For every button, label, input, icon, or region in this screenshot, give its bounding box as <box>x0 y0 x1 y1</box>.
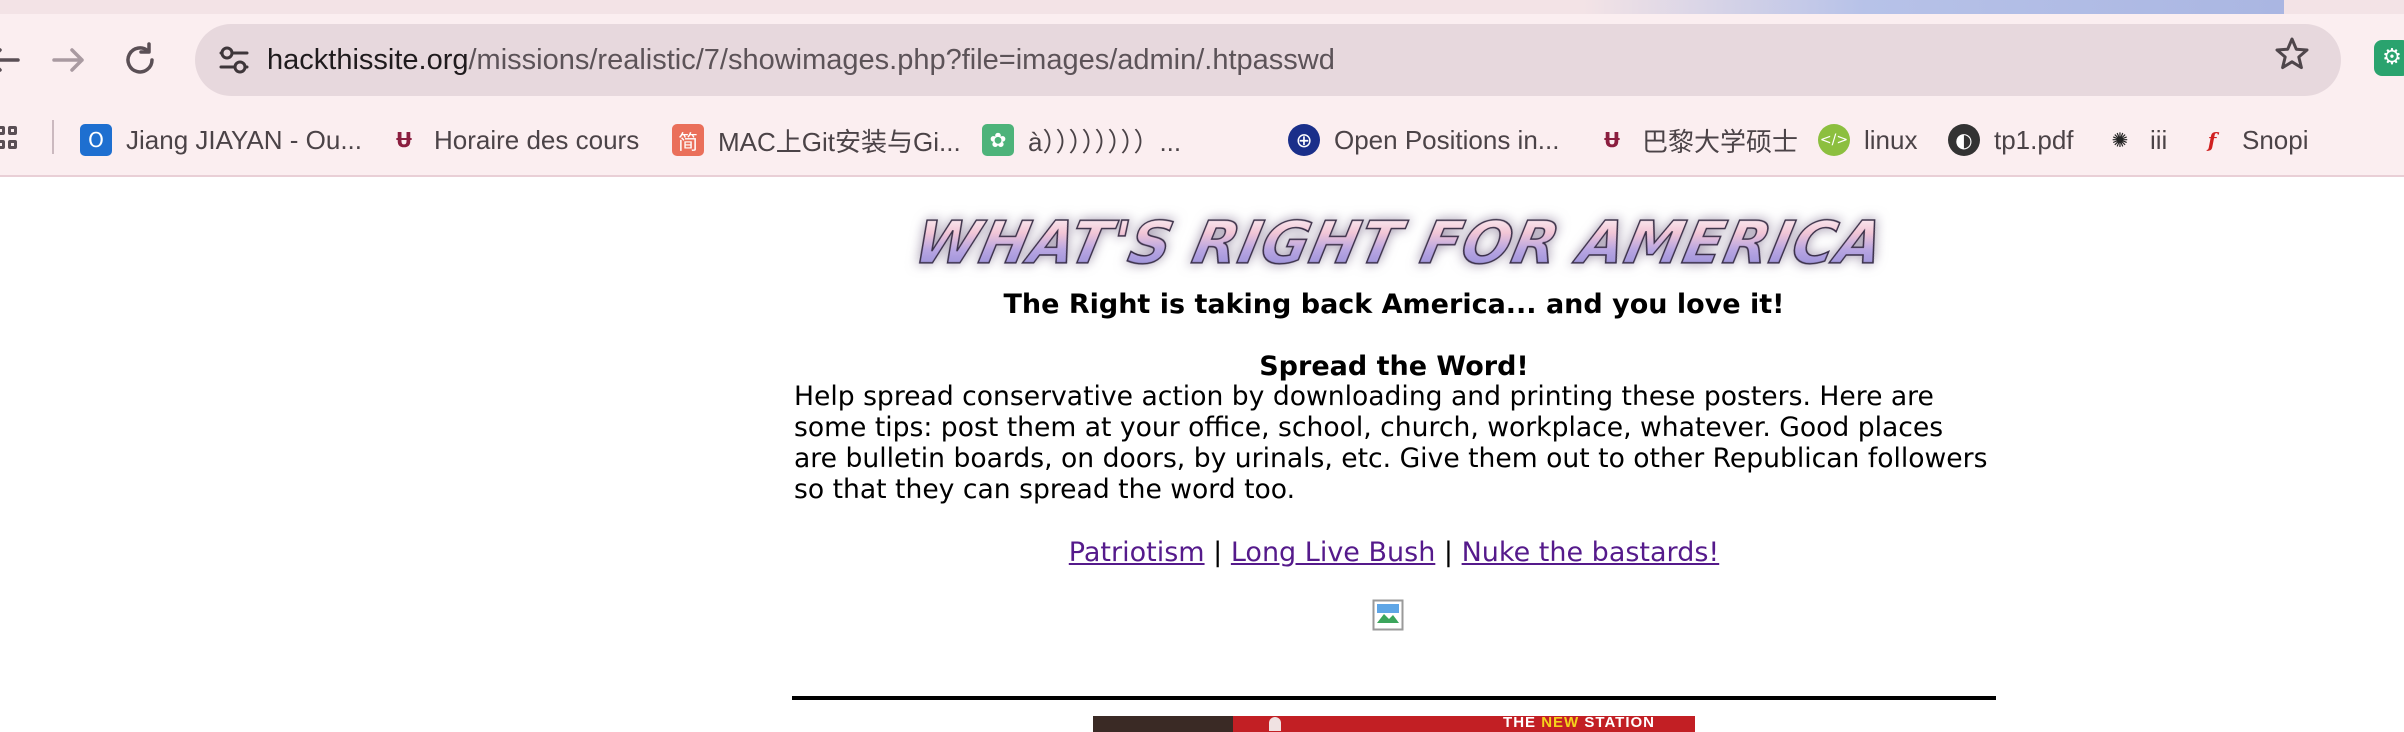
poster-caption: THE NEW STATION <box>1503 716 1655 731</box>
f-script-icon: f <box>2196 124 2228 156</box>
reload-button[interactable] <box>110 30 170 90</box>
bookmark-linux[interactable]: </> linux <box>1818 120 1917 160</box>
tab-strip <box>0 0 2404 14</box>
globe-icon: ◐ <box>1948 124 1980 156</box>
bookmark-mac-git[interactable]: 简 MAC上Git安装与Gi... <box>672 120 961 160</box>
outlook-icon: O <box>80 124 112 156</box>
bookmark-label: Jiang JIAYAN - Ou... <box>126 124 363 155</box>
link-patriotism[interactable]: Patriotism <box>1069 537 1205 568</box>
arrow-left-icon <box>0 48 20 72</box>
bookmark-label: iii <box>2150 124 2168 155</box>
bookmark-paris-master[interactable]: Ʉ 巴黎大学硕士 <box>1596 120 1798 160</box>
poster-photo-region <box>1093 716 1233 732</box>
bookmark-iii[interactable]: ✺ iii <box>2104 120 2167 160</box>
body-paragraph: Help spread conservative action by downl… <box>794 381 1988 505</box>
bookmark-open-positions[interactable]: ⊕ Open Positions in... <box>1288 120 1559 160</box>
bookmark-label: MAC上Git安装与Gi... <box>718 126 961 157</box>
browser-toolbar: hackthissite.org/missions/realistic/7/sh… <box>0 0 2404 176</box>
bookmark-label: 巴黎大学硕士 <box>1642 126 1799 157</box>
address-bar[interactable]: hackthissite.org/missions/realistic/7/sh… <box>195 24 2341 96</box>
university-logo-icon: Ʉ <box>1596 124 1628 156</box>
forward-button[interactable] <box>40 30 100 90</box>
poster-links: Patriotism | Long Live Bush | Nuke the b… <box>794 537 1994 568</box>
tagline: The Right is taking back America... and … <box>1003 289 1785 320</box>
poster-emblem <box>1269 717 1281 731</box>
poster-word-new: NEW <box>1541 716 1580 731</box>
url-path: /missions/realistic/7/showimages.php?fil… <box>468 44 1335 76</box>
reload-icon <box>126 42 154 74</box>
openai-icon: ✺ <box>2104 124 2136 156</box>
site-info-button[interactable] <box>209 35 259 85</box>
bookmark-star-button[interactable] <box>2267 34 2317 84</box>
bookmarks-bar: O Jiang JIAYAN - Ou... Ʉ Horaire des cou… <box>0 110 2404 170</box>
bookmark-label: linux <box>1864 124 1918 155</box>
bookmark-jiang-jiayan[interactable]: O Jiang JIAYAN - Ou... <box>80 120 362 160</box>
link-nuke-the-bastards[interactable]: Nuke the bastards! <box>1462 537 1720 568</box>
horizontal-rule <box>792 696 1996 700</box>
bookmark-label: Snopi <box>2242 124 2309 155</box>
link-long-live-bush[interactable]: Long Live Bush <box>1231 537 1435 568</box>
bookmark-label: Horaire des cours <box>434 124 640 155</box>
section-heading: Spread the Word! <box>1259 351 1529 382</box>
site-banner: WHAT'S RIGHT FOR AMERICA <box>908 207 1891 279</box>
poster-word-the: THE <box>1503 716 1537 731</box>
broken-image-icon <box>1372 599 1404 631</box>
bookmark-horaire[interactable]: Ʉ Horaire des cours <box>388 120 639 160</box>
university-logo-icon: Ʉ <box>388 124 420 156</box>
bookmark-label: Open Positions in... <box>1334 124 1560 155</box>
link-separator: | <box>1443 537 1454 568</box>
code-icon: </> <box>1818 124 1850 156</box>
url-host: hackthissite.org <box>267 44 469 76</box>
link-separator: | <box>1213 537 1223 568</box>
poster-image: THE NEW STATION <box>1093 716 1695 732</box>
chatgpt-icon[interactable]: ⚙ <box>2374 40 2404 76</box>
bookmark-label: tp1.pdf <box>1994 124 2074 155</box>
bookmark-label: à））））））））... <box>1028 126 1182 157</box>
globe-icon: ⊕ <box>1288 124 1320 156</box>
bookmark-a-parens[interactable]: ✿ à））））））））... <box>982 120 1181 160</box>
url-text[interactable]: hackthissite.org/missions/realistic/7/sh… <box>267 24 1335 96</box>
tune-icon <box>219 46 249 74</box>
paw-icon: ✿ <box>982 124 1014 156</box>
back-button[interactable] <box>0 30 32 90</box>
jianshu-icon: 简 <box>672 124 704 156</box>
bookmark-tp1[interactable]: ◐ tp1.pdf <box>1948 120 2074 160</box>
bookmark-snopi[interactable]: f Snopi <box>2196 120 2309 160</box>
poster-word-station: STATION <box>1584 716 1655 731</box>
arrow-right-icon <box>52 48 84 72</box>
web-page-content: WHAT'S RIGHT FOR AMERICA The Right is ta… <box>0 177 2404 732</box>
banner-title: WHAT'S RIGHT FOR AMERICA <box>908 208 1891 278</box>
star-icon <box>2275 37 2309 70</box>
tab-strip-accent <box>1584 0 2284 14</box>
